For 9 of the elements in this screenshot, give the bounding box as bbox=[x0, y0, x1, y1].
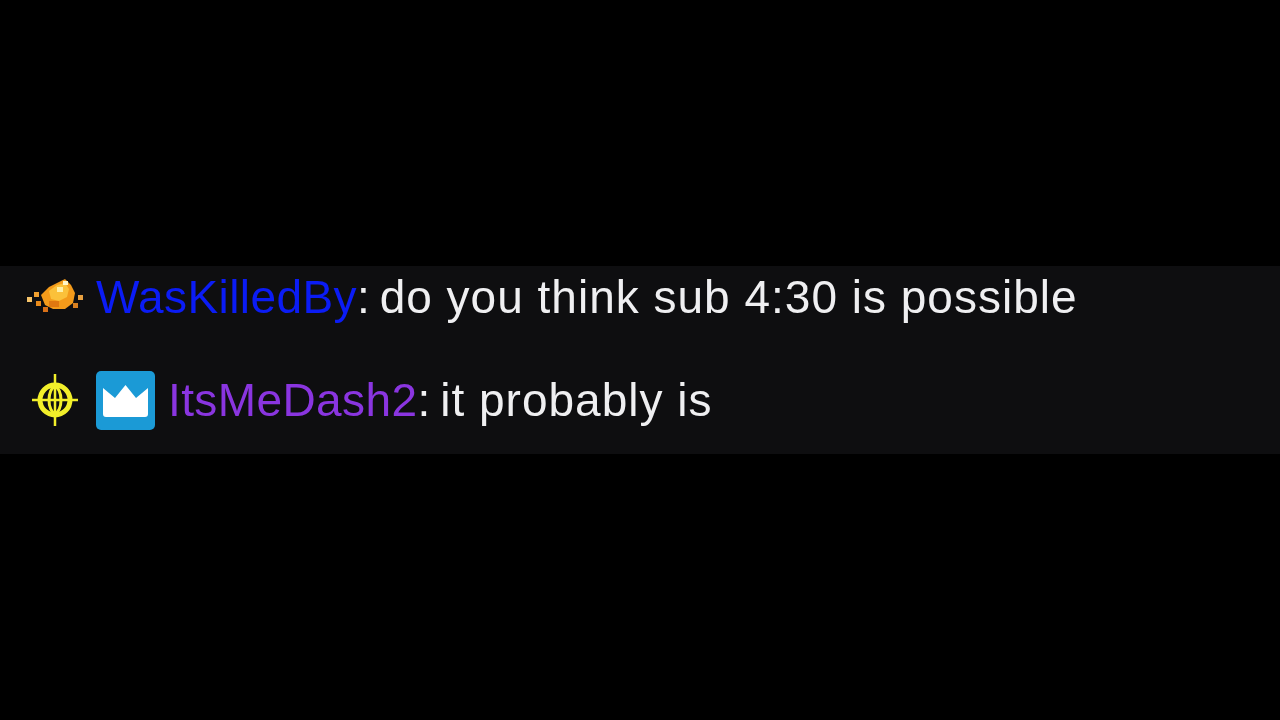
message-text: do you think sub 4:30 is possible bbox=[379, 270, 1078, 324]
username[interactable]: ItsMeDash2 bbox=[168, 373, 418, 427]
crosshair-icon bbox=[32, 374, 78, 426]
username[interactable]: WasKilledBy bbox=[96, 270, 357, 324]
message-text: it probably is bbox=[440, 373, 713, 427]
crown-icon bbox=[96, 370, 155, 430]
colon-separator: : bbox=[356, 270, 370, 324]
nugget-icon bbox=[27, 279, 83, 315]
colon-separator: : bbox=[417, 373, 431, 427]
